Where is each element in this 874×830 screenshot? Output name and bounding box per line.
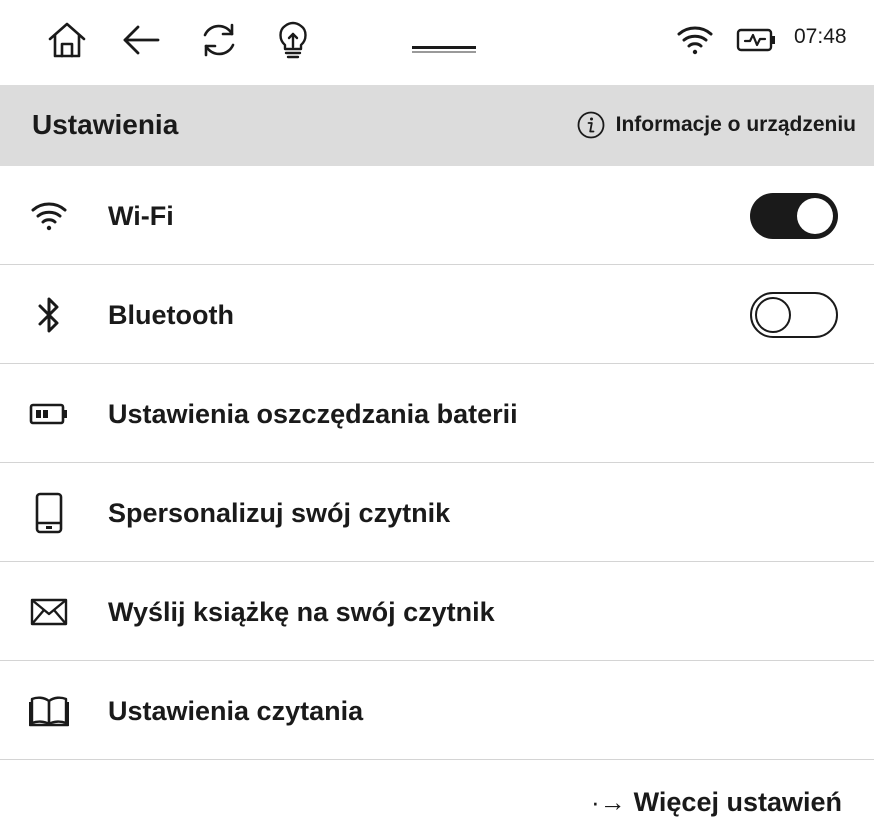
setting-row-send-book[interactable]: Wyślij książkę na swój czytnik xyxy=(0,562,874,661)
setting-row-bluetooth[interactable]: Bluetooth xyxy=(0,265,874,364)
setting-row-reading[interactable]: Ustawienia czytania xyxy=(0,661,874,760)
more-settings-link[interactable]: ·→ Więcej ustawień xyxy=(591,784,842,820)
setting-label: Ustawienia oszczędzania baterii xyxy=(108,399,518,429)
open-book-icon xyxy=(28,690,70,732)
toggle-knob xyxy=(755,297,791,333)
wifi-toggle[interactable] xyxy=(750,193,838,239)
settings-list: Wi-Fi Bluetooth Ustawienia oszczędzania … xyxy=(0,166,874,760)
pull-down-handle[interactable] xyxy=(412,20,476,60)
bluetooth-icon xyxy=(28,294,70,336)
wifi-icon xyxy=(672,18,718,62)
setting-label: Wi-Fi xyxy=(108,201,174,231)
arrow-right-icon: ·→ xyxy=(591,787,626,817)
tablet-icon xyxy=(28,492,70,534)
bluetooth-toggle[interactable] xyxy=(750,292,838,338)
setting-label: Spersonalizuj swój czytnik xyxy=(108,498,451,528)
refresh-icon[interactable] xyxy=(196,17,242,63)
setting-label: Ustawienia czytania xyxy=(108,696,364,726)
back-arrow-icon[interactable] xyxy=(118,17,164,63)
wifi-icon xyxy=(28,195,70,237)
info-icon xyxy=(576,110,606,140)
settings-screen: 07:48 Ustawienia Informacje o urządzeniu xyxy=(0,0,874,830)
envelope-icon xyxy=(28,591,70,633)
toggle-knob xyxy=(797,198,833,234)
clock: 07:48 xyxy=(794,25,847,48)
more-settings-label: Więcej ustawień xyxy=(633,787,842,817)
status-bar: 07:48 xyxy=(0,0,874,80)
device-info-button[interactable]: Informacje o urządzeniu xyxy=(576,107,856,143)
setting-row-battery-saving[interactable]: Ustawienia oszczędzania baterii xyxy=(0,364,874,463)
setting-row-wifi[interactable]: Wi-Fi xyxy=(0,166,874,265)
home-icon[interactable] xyxy=(44,17,90,63)
setting-label: Bluetooth xyxy=(108,300,234,330)
battery-charging-icon xyxy=(734,18,780,62)
settings-header: Ustawienia Informacje o urządzeniu xyxy=(0,85,874,166)
device-info-label: Informacje o urządzeniu xyxy=(615,113,856,136)
battery-icon xyxy=(28,393,70,435)
setting-label: Wyślij książkę na swój czytnik xyxy=(108,597,495,627)
setting-row-personalize[interactable]: Spersonalizuj swój czytnik xyxy=(0,463,874,562)
frontlight-bulb-icon[interactable] xyxy=(270,17,316,63)
page-title: Ustawienia xyxy=(32,109,179,140)
